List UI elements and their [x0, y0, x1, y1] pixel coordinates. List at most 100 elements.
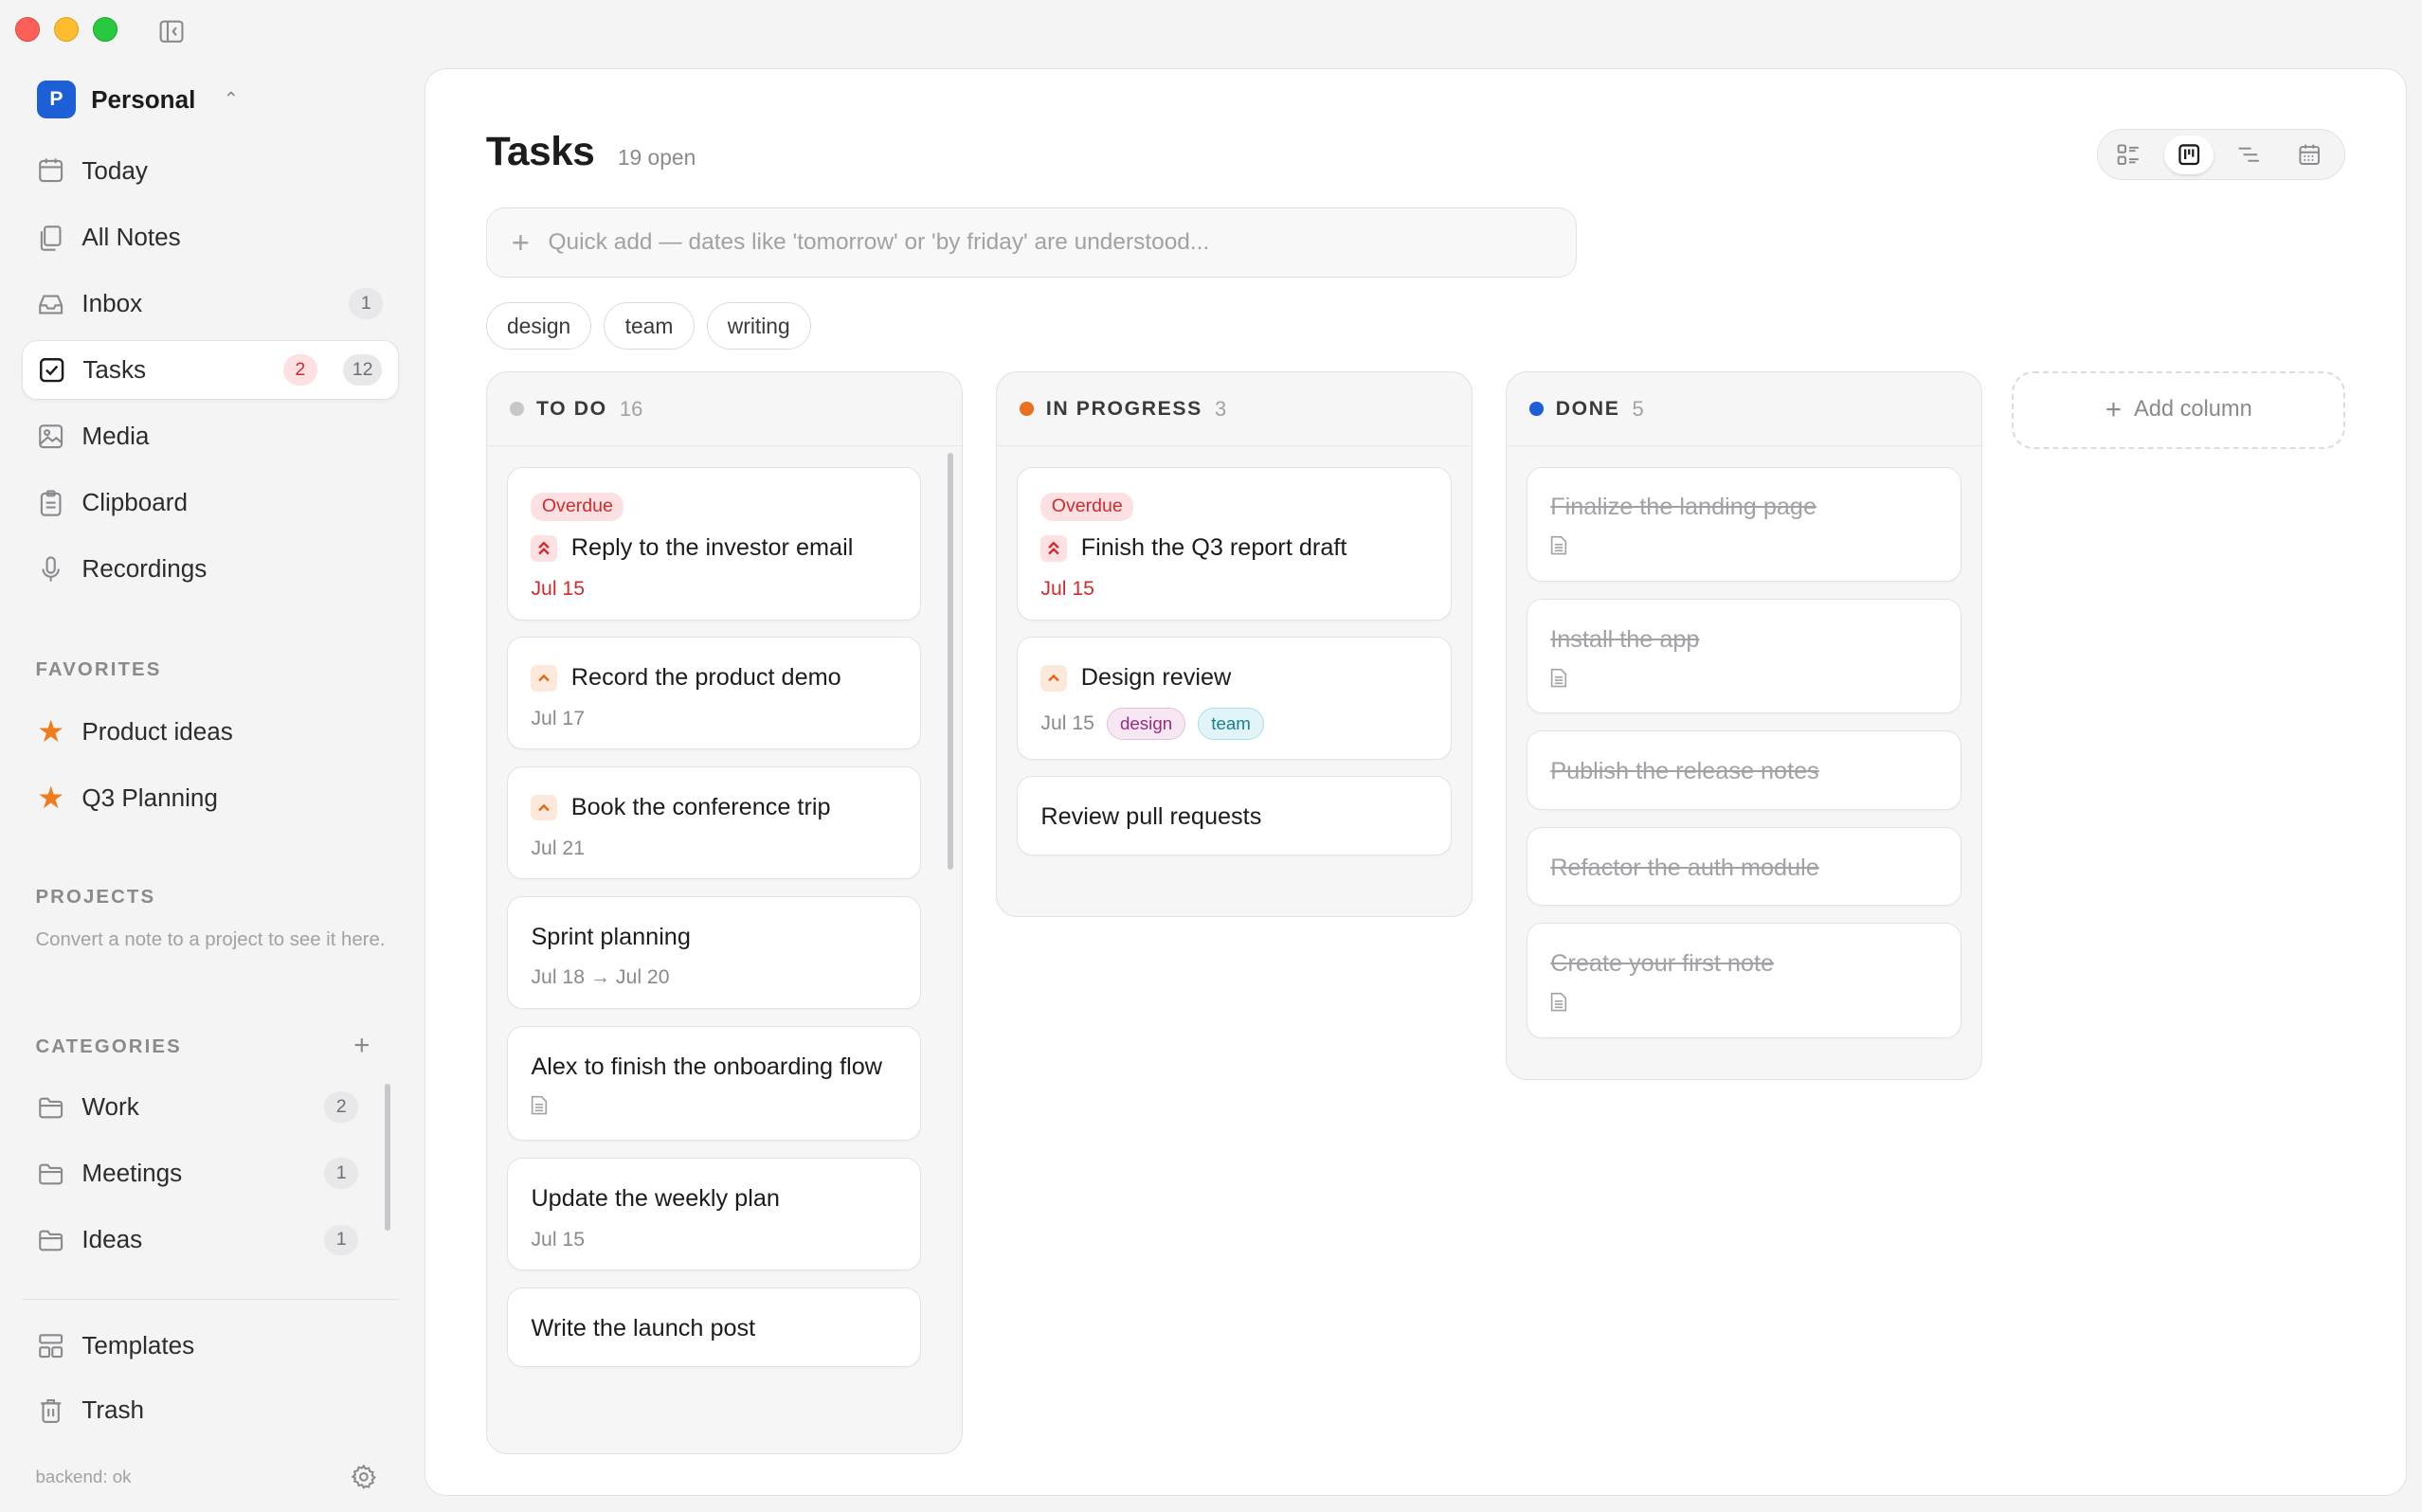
- nav-item-tasks[interactable]: Tasks 2 12: [21, 339, 399, 401]
- task-card[interactable]: Refactor the auth module: [1526, 826, 1962, 907]
- column-count: 16: [619, 396, 643, 421]
- category-label: Work: [81, 1092, 139, 1122]
- list-view-button[interactable]: [2104, 135, 2153, 174]
- plus-icon: +: [511, 225, 530, 261]
- timeline-view-icon: [2239, 147, 2260, 162]
- column-name: TO DO: [535, 397, 607, 420]
- tag-pill-design[interactable]: design: [1106, 707, 1186, 740]
- task-date-range: Jul 18 → Jul 20: [531, 966, 670, 989]
- calendar-view-button[interactable]: [2285, 135, 2334, 174]
- quick-add-input[interactable]: + Quick add — dates like 'tomorrow' or '…: [485, 207, 1577, 278]
- tag-filter-writing[interactable]: writing: [706, 301, 811, 351]
- task-card[interactable]: Update the weekly plan Jul 15: [507, 1158, 921, 1271]
- column-status-dot: [510, 402, 524, 417]
- task-card[interactable]: Publish the release notes: [1526, 730, 1962, 810]
- nav-item-clipboard[interactable]: Clipboard: [22, 473, 399, 533]
- backend-status: backend: ok: [35, 1467, 132, 1487]
- tasks-count-badge: 12: [342, 354, 383, 386]
- column-header[interactable]: TO DO 16: [486, 372, 963, 447]
- nav-item-media[interactable]: Media: [22, 406, 399, 467]
- favorite-item[interactable]: ★ Q3 Planning: [22, 769, 399, 828]
- add-category-button[interactable]: +: [353, 1030, 370, 1062]
- task-card[interactable]: Book the conference trip Jul 21: [507, 766, 921, 880]
- task-title: Reply to the investor email: [570, 534, 854, 562]
- nav-item-today[interactable]: Today: [22, 140, 399, 201]
- plus-icon: +: [2105, 393, 2122, 425]
- sidebar-divider: [21, 1298, 399, 1301]
- column-header[interactable]: IN PROGRESS 3: [996, 372, 1473, 447]
- nav-item-label: Templates: [81, 1331, 195, 1360]
- task-card[interactable]: Write the launch post: [507, 1287, 921, 1367]
- zoom-window-button[interactable]: [92, 16, 117, 42]
- nav-item-label: Today: [81, 155, 148, 185]
- nav-item-templates[interactable]: Templates: [22, 1316, 399, 1377]
- column-status-dot: [1529, 402, 1544, 417]
- column-status-dot: [1020, 402, 1034, 417]
- board-view-icon: [2178, 144, 2199, 166]
- nav-item-label: Trash: [81, 1395, 145, 1425]
- view-mode-switcher: [2096, 129, 2346, 181]
- tag-filter-design[interactable]: design: [485, 301, 592, 351]
- tag-pill-team[interactable]: team: [1198, 707, 1264, 740]
- task-card[interactable]: Overdue Reply to the investor email Jul …: [507, 466, 921, 621]
- task-title: Finalize the landing page: [1550, 494, 1816, 521]
- nav-item-all-notes[interactable]: All Notes: [22, 207, 399, 267]
- column-cards: Overdue Reply to the investor email Jul …: [487, 446, 963, 1367]
- nav-item-label: All Notes: [81, 222, 181, 251]
- board-view-button[interactable]: [2163, 135, 2214, 174]
- add-column-button[interactable]: + Add column: [2012, 371, 2346, 449]
- task-card[interactable]: Design review Jul 15 design team: [1016, 637, 1453, 760]
- task-card[interactable]: Create your first note: [1526, 923, 1962, 1038]
- chevron-updown-icon: ⌃: [223, 89, 240, 111]
- column-count: 5: [1632, 396, 1644, 421]
- quick-add-placeholder: Quick add — dates like 'tomorrow' or 'by…: [548, 229, 1210, 256]
- task-card[interactable]: Install the app: [1526, 598, 1962, 714]
- gear-icon[interactable]: [351, 1464, 377, 1490]
- close-window-button[interactable]: [15, 16, 41, 42]
- inbox-icon: [39, 295, 63, 315]
- nav-item-label: Recordings: [81, 554, 208, 584]
- nav-item-recordings[interactable]: Recordings: [22, 539, 399, 600]
- task-title: Record the product demo: [570, 664, 841, 692]
- priority-high-icon: [1040, 664, 1068, 692]
- clipboard-icon: [40, 490, 62, 516]
- folder-icon: [39, 1230, 63, 1251]
- category-item-work[interactable]: Work 2: [22, 1078, 377, 1137]
- favorite-item[interactable]: ★ Product ideas: [22, 703, 399, 762]
- priority-urgent-icon: [531, 535, 558, 562]
- nav-item-label: Tasks: [82, 354, 147, 384]
- nav-item-inbox[interactable]: Inbox 1: [22, 273, 399, 333]
- priority-high-icon: [531, 794, 558, 821]
- task-title: Review pull requests: [1040, 803, 1262, 831]
- workspace-name: Personal: [91, 84, 196, 114]
- note-icon: [1551, 536, 1567, 555]
- task-due-date: Jul 17: [531, 707, 585, 729]
- folder-icon: [39, 1097, 63, 1119]
- board-column-done: DONE 5 Finalize the landing page Install…: [1505, 371, 1983, 1081]
- sidebar-toggle-icon[interactable]: [159, 20, 184, 44]
- sidebar-scrollbar[interactable]: [384, 1084, 391, 1232]
- image-icon: [39, 423, 63, 448]
- template-icon: [39, 1334, 63, 1358]
- category-item-ideas[interactable]: Ideas 1: [22, 1211, 377, 1269]
- task-card[interactable]: Record the product demo Jul 17: [507, 637, 921, 750]
- task-card[interactable]: Overdue Finish the Q3 report draft Jul 1…: [1016, 466, 1453, 621]
- workspace-switcher[interactable]: P Personal ⌃: [37, 80, 240, 119]
- category-item-meetings[interactable]: Meetings 1: [22, 1144, 377, 1203]
- task-card[interactable]: Review pull requests: [1016, 776, 1453, 855]
- task-card[interactable]: Alex to finish the onboarding flow: [507, 1025, 921, 1142]
- column-header[interactable]: DONE 5: [1506, 372, 1982, 447]
- tag-filter-team[interactable]: team: [604, 301, 695, 351]
- minimize-window-button[interactable]: [54, 16, 80, 42]
- task-card[interactable]: Sprint planning Jul 18 → Jul 20: [507, 896, 921, 1009]
- task-card[interactable]: Finalize the landing page: [1526, 466, 1962, 583]
- timeline-view-button[interactable]: [2225, 135, 2274, 174]
- page-title: Tasks: [485, 129, 595, 174]
- task-title: Create your first note: [1550, 949, 1775, 977]
- board-column-in-progress: IN PROGRESS 3 Overdue Finish the Q3 repo…: [995, 371, 1473, 917]
- column-scrollbar[interactable]: [947, 452, 954, 871]
- column-count: 3: [1214, 396, 1227, 421]
- tag-filter-bar: design team writing: [485, 301, 811, 351]
- nav-item-trash[interactable]: Trash: [22, 1380, 399, 1441]
- task-title: Update the weekly plan: [531, 1185, 780, 1213]
